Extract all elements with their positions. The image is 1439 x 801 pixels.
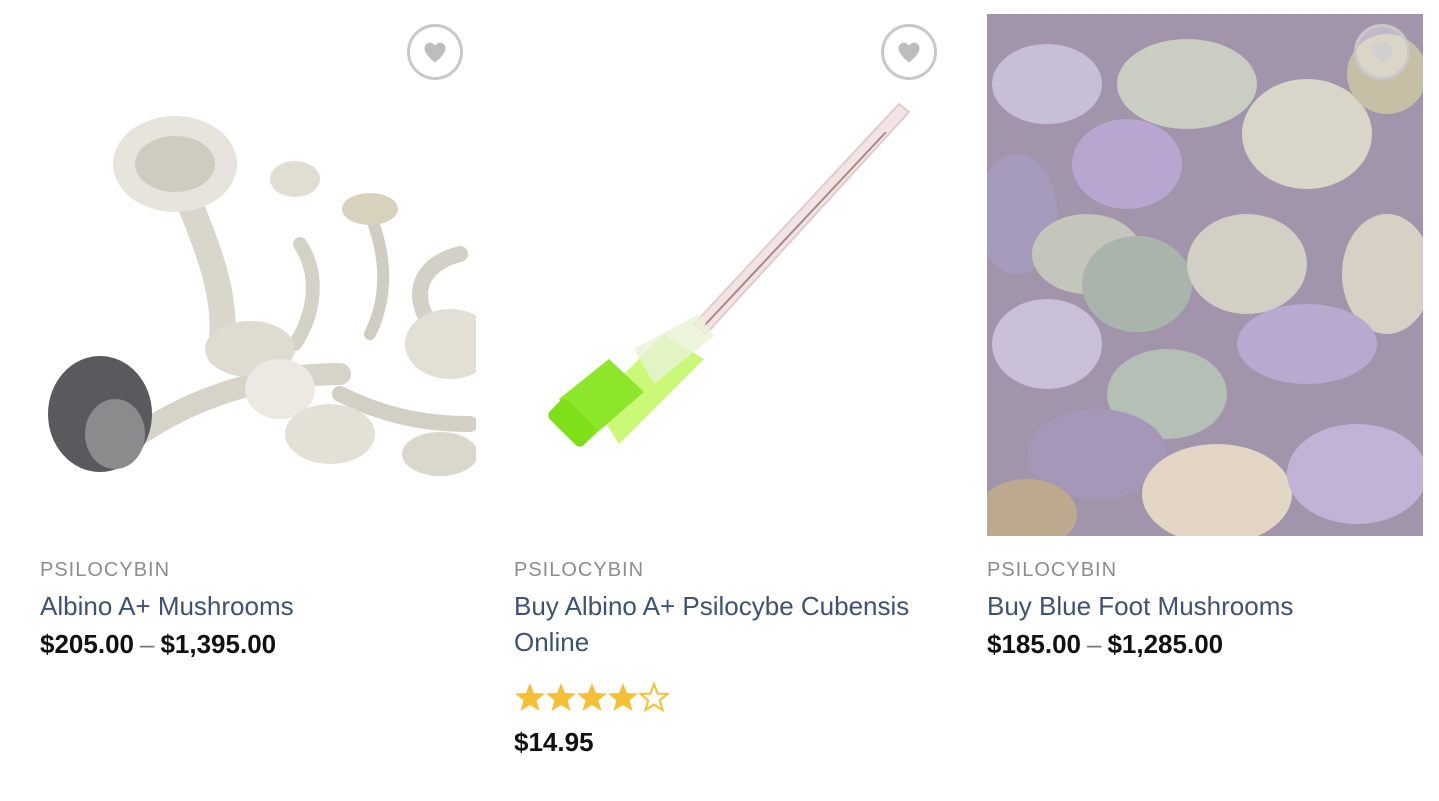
product-image-albino-mushrooms[interactable] — [40, 14, 476, 536]
product-title-line-1: Buy Albino A+ Psilocybe Cubensis — [514, 591, 910, 621]
price-separator: – — [1086, 629, 1102, 659]
product-image-blue-foot[interactable] — [987, 14, 1423, 536]
price-low: $205.00 — [40, 629, 134, 659]
product-category[interactable]: PSILOCYBIN — [987, 558, 1423, 582]
price-high: $1,285.00 — [1107, 629, 1224, 659]
star-icon-2 — [546, 683, 576, 711]
price-high: $1,395.00 — [160, 629, 277, 659]
product-title-line-2: Online — [514, 627, 590, 657]
product-grid: PSILOCYBIN Albino A+ Mushrooms $205.00– $… — [0, 0, 1439, 801]
heart-icon — [898, 42, 920, 63]
product-price-range: $205.00– $1,395.00 — [40, 626, 476, 662]
blue-foot-mushrooms-photo — [987, 14, 1423, 536]
product-image-albino-cubensis[interactable] — [514, 14, 950, 536]
heart-icon — [424, 42, 446, 63]
star-rating — [514, 680, 950, 714]
product-title-link[interactable]: Buy Blue Foot Mushrooms — [987, 588, 1423, 624]
star-rating-graphic — [515, 681, 671, 713]
wishlist-button[interactable] — [407, 24, 463, 80]
star-icon-4 — [608, 683, 638, 711]
price-low: $185.00 — [987, 629, 1081, 659]
product-card-albino-cubensis: PSILOCYBIN Buy Albino A+ Psilocybe Cuben… — [514, 14, 950, 760]
price-separator: – — [139, 629, 155, 659]
product-card-blue-foot: PSILOCYBIN Buy Blue Foot Mushrooms $185.… — [987, 14, 1423, 662]
product-card-albino-mushrooms: PSILOCYBIN Albino A+ Mushrooms $205.00– $… — [40, 14, 476, 662]
product-price-range: $185.00– $1,285.00 — [987, 626, 1423, 662]
wishlist-button[interactable] — [881, 24, 937, 80]
product-category[interactable]: PSILOCYBIN — [514, 558, 950, 582]
product-title-link[interactable]: Albino A+ Mushrooms — [40, 588, 476, 624]
product-price: $14.95 — [514, 727, 594, 757]
green-hub-needle-photo — [514, 14, 950, 536]
heart-icon — [1371, 42, 1393, 63]
star-icon-1 — [515, 683, 545, 711]
product-title-link[interactable]: Buy Albino A+ Psilocybe Cubensis Online — [514, 588, 950, 660]
product-category[interactable]: PSILOCYBIN — [40, 558, 476, 582]
star-icon-3 — [577, 683, 607, 711]
wishlist-button[interactable] — [1354, 24, 1410, 80]
white-dried-mushrooms-photo — [40, 14, 476, 536]
star-icon-5-empty — [637, 681, 671, 713]
